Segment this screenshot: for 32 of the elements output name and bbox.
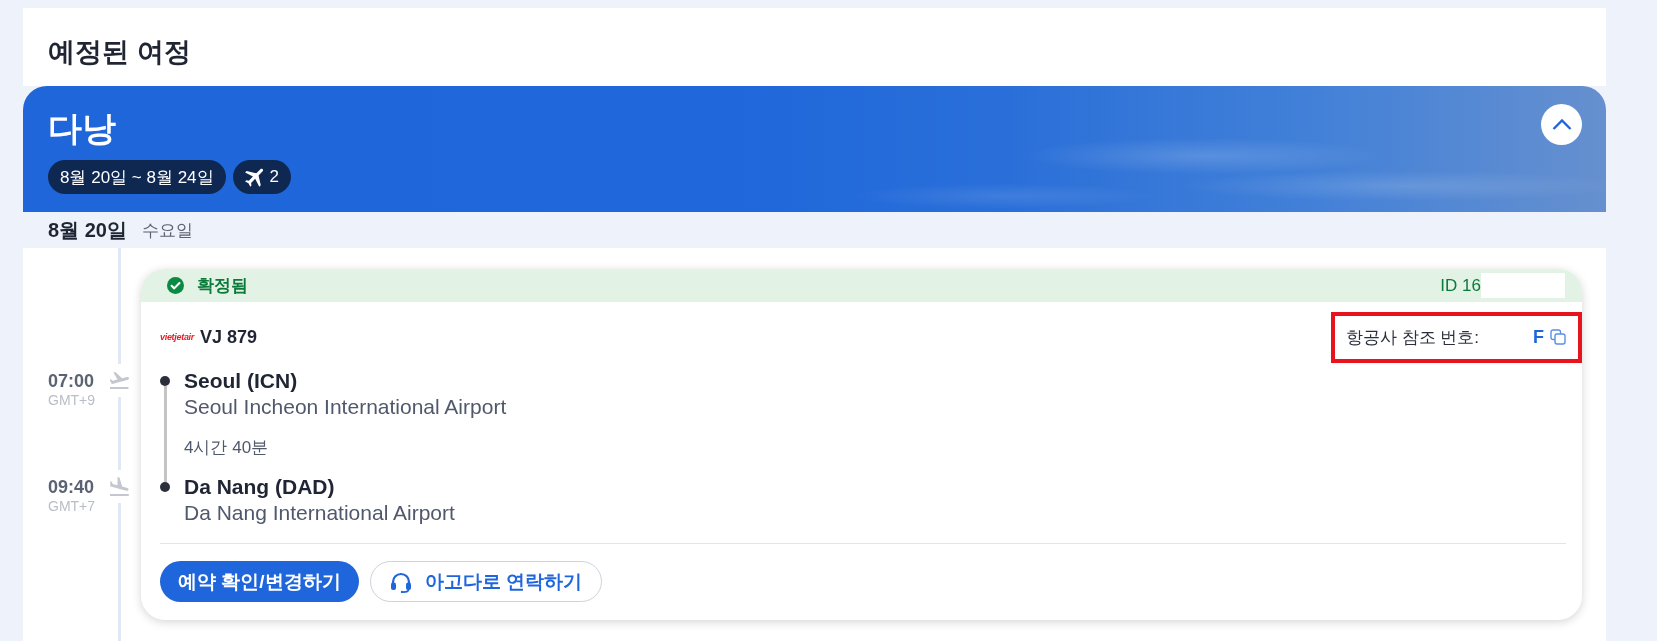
reference-code: F — [1533, 326, 1544, 348]
flight-time: 09:40 — [48, 477, 95, 497]
destination-title: 다낭 — [48, 108, 116, 149]
day-weekday: 수요일 — [141, 219, 193, 242]
booking-id: ID 16 — [1440, 275, 1481, 296]
stop-dot-icon — [160, 376, 170, 386]
headset-icon — [389, 570, 412, 593]
status-label: 확정됨 — [197, 275, 248, 297]
airport-name: Seoul Incheon International Airport — [184, 394, 507, 420]
airline-logo: vietjetair — [160, 332, 195, 342]
flight-time: 07:00 — [48, 371, 95, 391]
date-range-chip: 8월 20일 ~ 8월 24일 — [48, 160, 226, 194]
takeoff-icon — [110, 372, 129, 389]
contact-button[interactable]: 아고다로 연락하기 — [369, 561, 602, 602]
section-title: 예정된 여정 — [48, 36, 191, 69]
airplane-icon — [244, 167, 264, 187]
copy-icon[interactable] — [1550, 329, 1566, 345]
stop-dot-icon — [160, 482, 170, 492]
reference-label: 항공사 참조 번호: — [1345, 326, 1479, 349]
day-date: 8월 20일 — [48, 217, 127, 243]
flight-count: 2 — [269, 167, 280, 187]
check-circle-icon — [167, 277, 184, 294]
departure-city: Seoul (ICN) — [184, 368, 298, 394]
flight-number: VJ 879 — [200, 326, 258, 348]
timezone-label: GMT+9 — [48, 391, 96, 409]
flight-duration: 4시간 40분 — [184, 437, 269, 459]
timezone-label: GMT+7 — [48, 497, 96, 515]
landing-icon — [110, 477, 129, 496]
collapse-button[interactable] — [1541, 104, 1582, 145]
airport-name: Da Nang International Airport — [184, 500, 455, 526]
arrival-city: Da Nang (DAD) — [184, 474, 335, 500]
manage-booking-button[interactable]: 예약 확인/변경하기 — [160, 561, 359, 602]
